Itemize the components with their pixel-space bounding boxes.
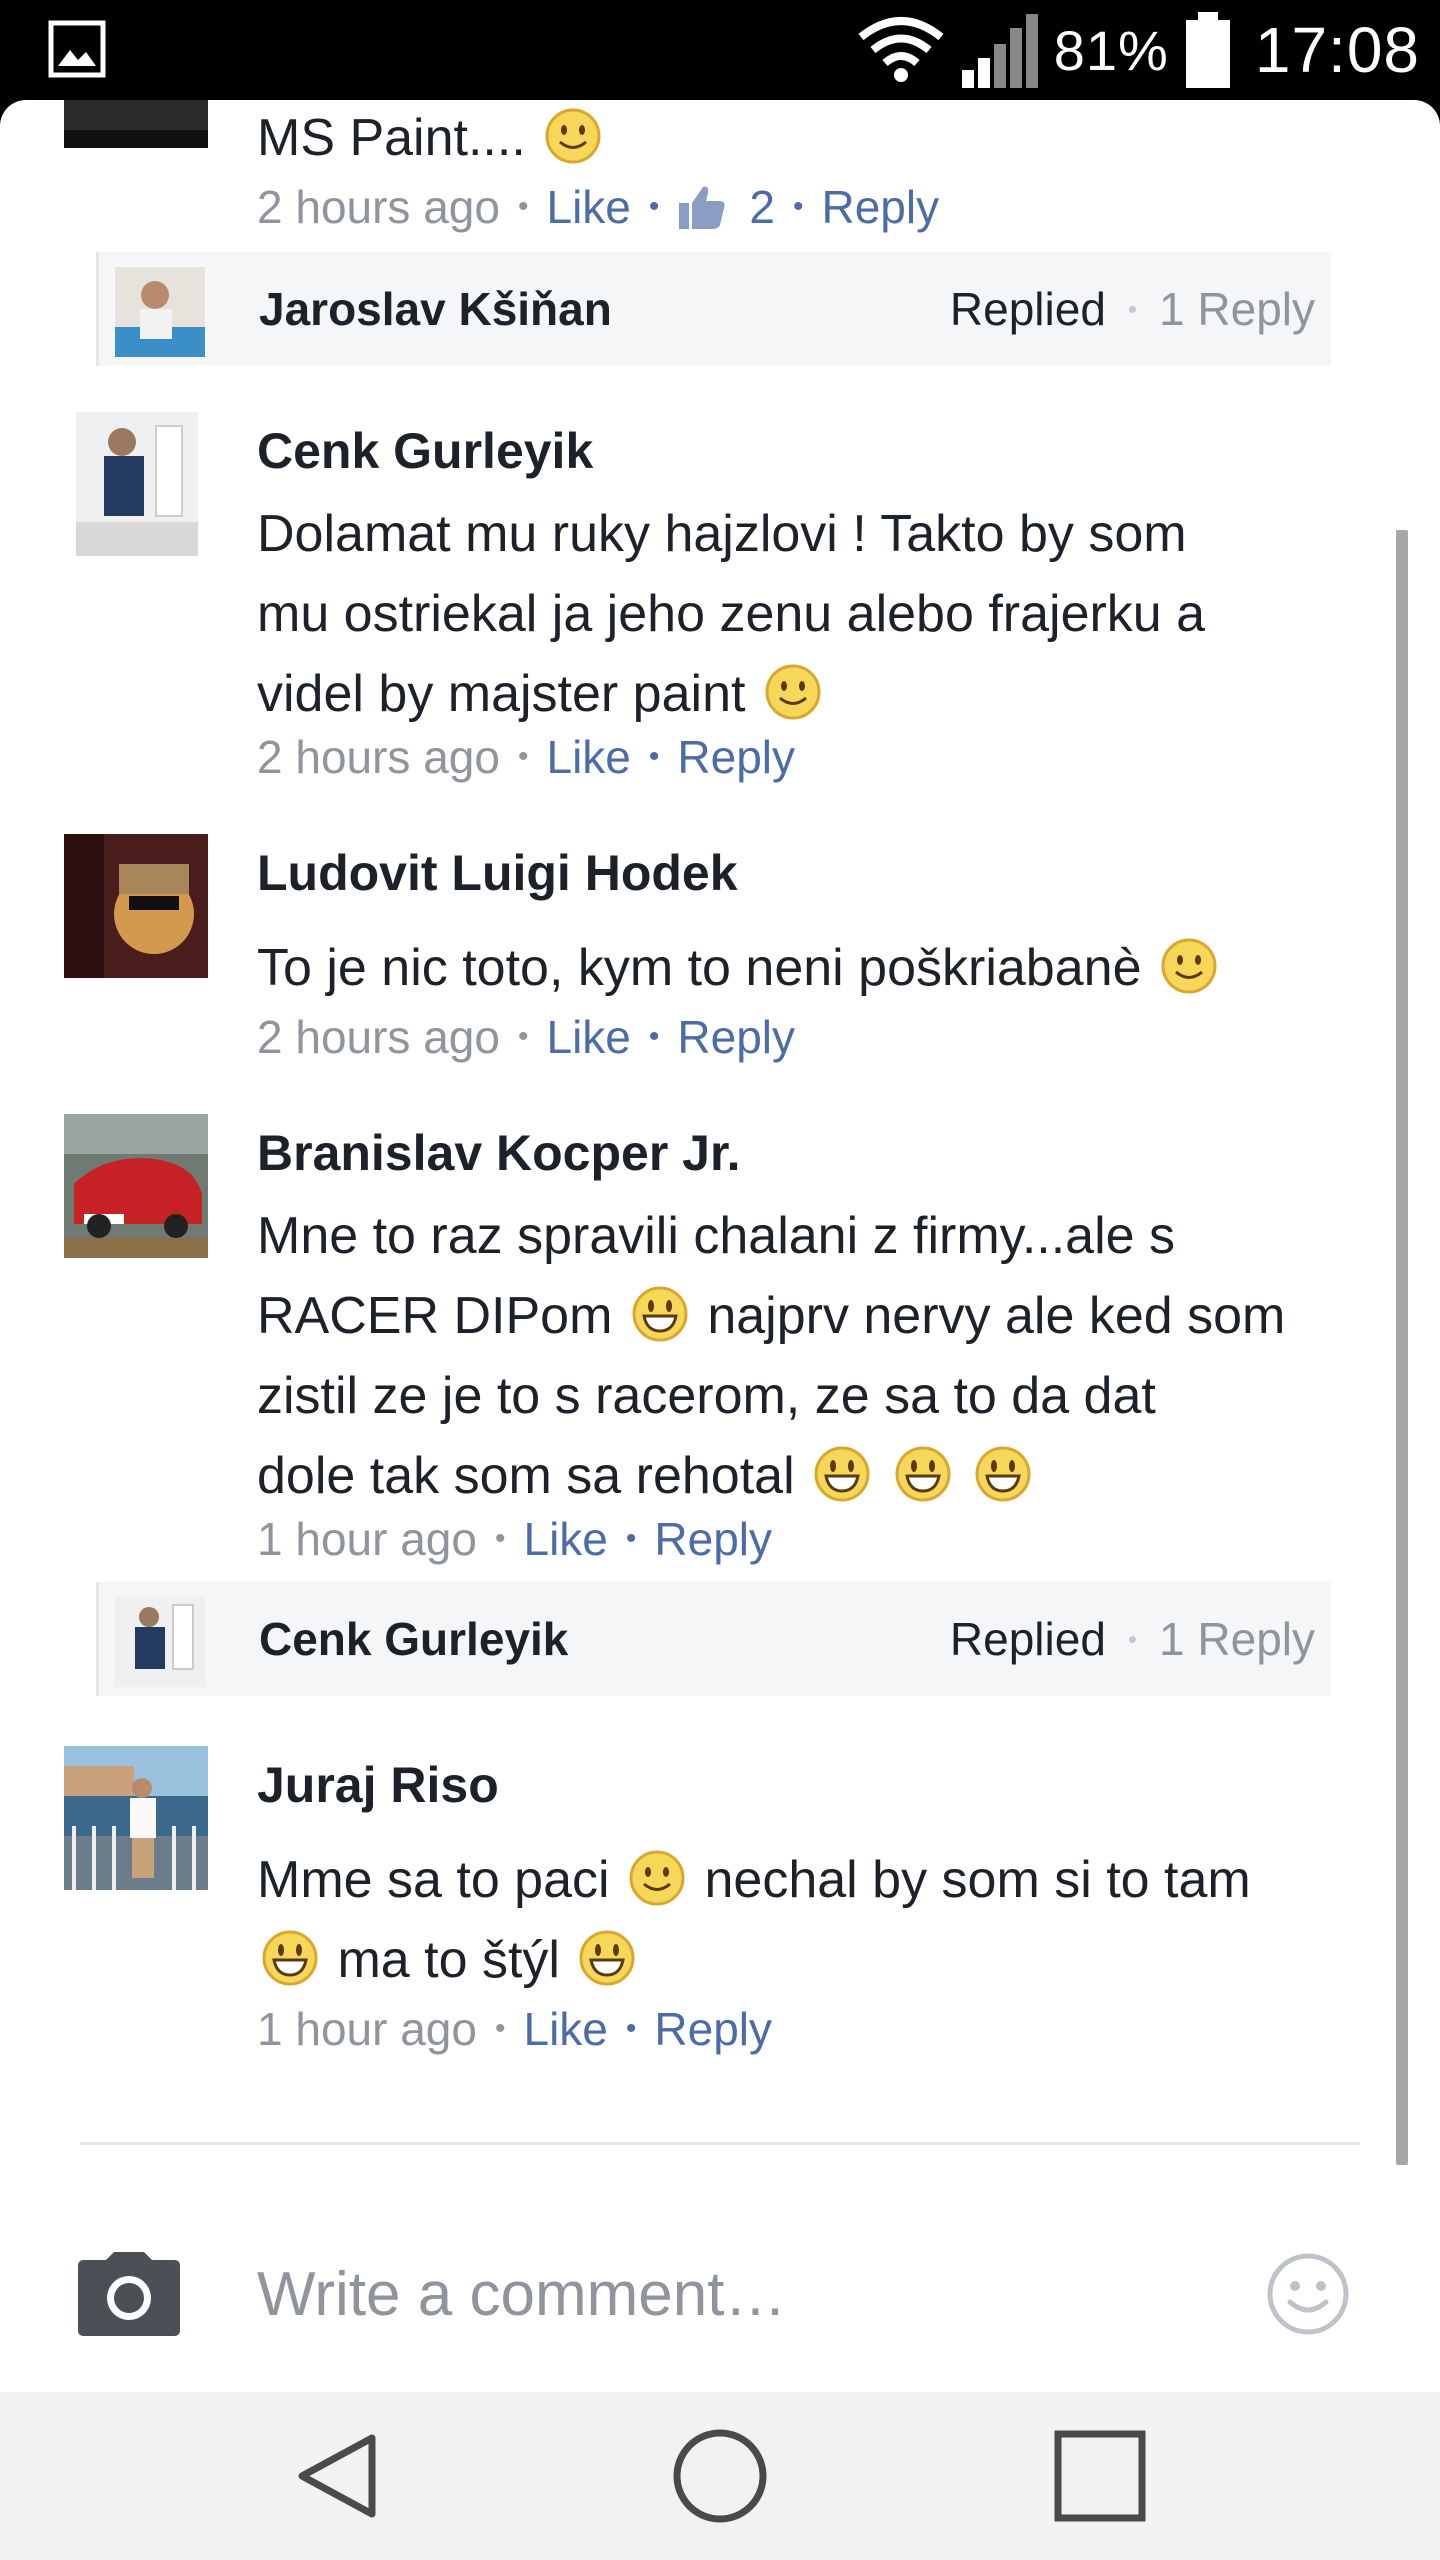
grin-emoji-icon — [975, 1446, 1031, 1502]
reply-summary[interactable]: Cenk Gurleyik Replied • 1 Reply — [96, 1582, 1331, 1696]
back-icon[interactable] — [290, 2426, 390, 2526]
comment-meta: 1 hour ago • Like • Reply — [257, 2002, 772, 2056]
timestamp: 1 hour ago — [257, 1513, 477, 1565]
grin-emoji-icon — [814, 1446, 870, 1502]
replied-label: Replied — [949, 1613, 1106, 1665]
comment-input[interactable] — [257, 2254, 1217, 2334]
like-button[interactable]: Like — [523, 1512, 607, 1566]
like-button[interactable]: Like — [546, 730, 630, 784]
reply-button[interactable]: Reply — [654, 2002, 772, 2056]
comment-author[interactable]: Juraj Riso — [257, 1756, 499, 1814]
navigation-bar — [0, 2392, 1440, 2560]
reply-button[interactable]: Reply — [822, 180, 940, 234]
comment-text: MS Paint.... — [257, 100, 1327, 178]
avatar — [115, 267, 205, 357]
timestamp: 2 hours ago — [257, 181, 500, 233]
like-button[interactable]: Like — [523, 2002, 607, 2056]
comment-text: Mne to raz spravili chalani z firmy...al… — [257, 1207, 1286, 1505]
status-bar: 81% 17:08 — [0, 0, 1440, 100]
comment-meta: 1 hour ago • Like • Reply — [257, 1512, 772, 1566]
reply-count: 1 Reply — [1159, 283, 1315, 335]
reply-count: 1 Reply — [1159, 1613, 1315, 1665]
comment-author[interactable]: Cenk Gurleyik — [257, 422, 593, 480]
grin-emoji-icon — [262, 1930, 318, 1986]
comment-meta: 2 hours ago • Like • 2 • Reply — [257, 180, 940, 234]
avatar[interactable] — [64, 1114, 208, 1258]
camera-icon[interactable] — [78, 2252, 180, 2336]
timestamp: 1 hour ago — [257, 2003, 477, 2055]
recents-icon[interactable] — [1050, 2426, 1150, 2526]
avatar[interactable] — [64, 834, 208, 978]
grin-emoji-icon — [579, 1930, 635, 1986]
smile-emoji-icon — [1161, 938, 1217, 994]
timestamp: 2 hours ago — [257, 1011, 500, 1063]
like-count[interactable]: 2 — [749, 180, 775, 234]
reply-author: Jaroslav Kšiňan — [259, 283, 612, 335]
like-button[interactable]: Like — [546, 180, 630, 234]
reply-button[interactable]: Reply — [677, 730, 795, 784]
reply-button[interactable]: Reply — [654, 1512, 772, 1566]
comments-sheet: MS Paint.... 2 hours ago • Like • 2 • Re… — [0, 100, 1440, 2392]
avatar[interactable] — [64, 100, 208, 148]
thumbs-up-icon — [679, 186, 725, 229]
comment-author[interactable]: Branislav Kocper Jr. — [257, 1124, 741, 1182]
gallery-icon — [48, 20, 106, 78]
reply-button[interactable]: Reply — [677, 1010, 795, 1064]
divider — [80, 2142, 1360, 2145]
replied-label: Replied — [949, 283, 1106, 335]
home-icon[interactable] — [670, 2426, 770, 2526]
avatar[interactable] — [64, 1746, 208, 1890]
signal-icon — [961, 14, 1038, 88]
comment-text: Dolamat mu ruky hajzlovi ! Takto by som … — [257, 505, 1206, 723]
comment-text: Mme sa to paci nechal by som si to tam m… — [257, 1850, 1251, 1989]
avatar[interactable] — [76, 412, 198, 556]
smile-emoji-icon — [545, 108, 601, 164]
comment-meta: 2 hours ago • Like • Reply — [257, 1010, 795, 1064]
reply-summary[interactable]: Jaroslav Kšiňan Replied • 1 Reply — [96, 252, 1331, 366]
grin-emoji-icon — [632, 1286, 688, 1342]
comment-composer — [0, 2240, 1440, 2350]
sticker-emoji-icon[interactable] — [1266, 2252, 1350, 2336]
comment-meta: 2 hours ago • Like • Reply — [257, 730, 795, 784]
scrollbar[interactable] — [1396, 530, 1408, 2165]
smile-emoji-icon — [765, 664, 821, 720]
comment-text: To je nic toto, kym to neni poškriabanè — [257, 928, 1327, 1008]
battery-percent: 81% — [1053, 18, 1169, 82]
wifi-icon — [858, 17, 944, 82]
grin-emoji-icon — [895, 1446, 951, 1502]
timestamp: 2 hours ago — [257, 731, 500, 783]
smile-emoji-icon — [629, 1850, 685, 1906]
like-button[interactable]: Like — [546, 1010, 630, 1064]
avatar — [115, 1597, 205, 1687]
battery-icon — [1185, 12, 1230, 88]
reply-author: Cenk Gurleyik — [259, 1613, 569, 1665]
clock: 17:08 — [1254, 14, 1420, 86]
comment-author[interactable]: Ludovit Luigi Hodek — [257, 844, 738, 902]
